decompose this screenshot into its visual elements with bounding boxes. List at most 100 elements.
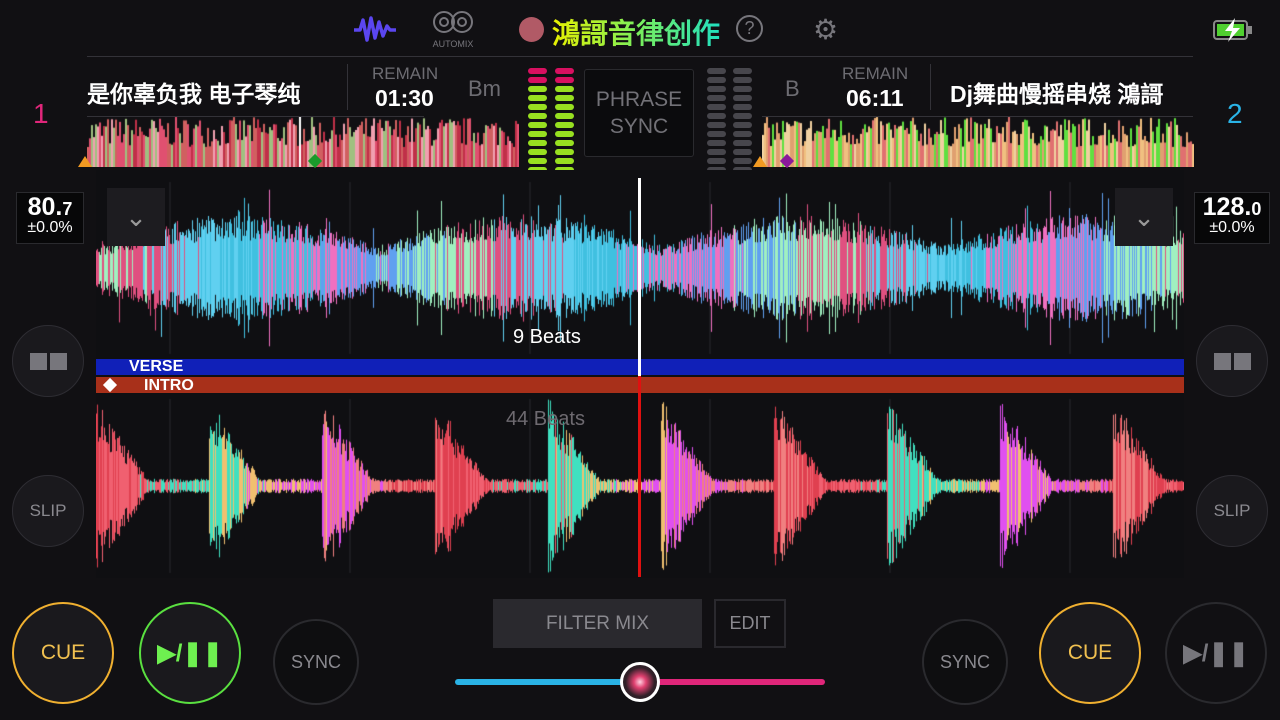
automix-label: AUTOMIX	[432, 39, 474, 49]
edit-button[interactable]: EDIT	[714, 599, 786, 648]
deck2-number: 2	[1227, 98, 1243, 129]
deck2-cue-marker	[753, 156, 767, 167]
vu-segment	[733, 149, 752, 155]
deck1-pitch: ±0.0%	[27, 219, 73, 236]
vu-segment	[555, 131, 574, 137]
deck1-view-toggle-button[interactable]	[12, 325, 84, 397]
vu-segment	[528, 131, 547, 137]
play-pause-icon: ▶/❚❚	[157, 639, 223, 667]
deck2-overview-waveform[interactable]	[762, 117, 1194, 167]
vu-segment	[707, 86, 726, 92]
deck2-playhead	[638, 376, 641, 577]
vu-segment	[733, 95, 752, 101]
app-title: 鴻謌音律创作	[552, 12, 720, 52]
pads-icon	[1213, 352, 1251, 370]
deck1-play-pause-button[interactable]: ▶/❚❚	[139, 602, 241, 704]
vu-segment	[733, 104, 752, 110]
deck1-remain-time: 01:30	[375, 85, 434, 111]
phrase-sync-button[interactable]: PHRASE SYNC	[584, 69, 694, 157]
deck2-bpm: 128.	[1202, 193, 1252, 221]
deck1-key: Bm	[468, 76, 501, 101]
vu-segment	[528, 113, 547, 119]
lower-beats-label: 44 Beats	[506, 408, 585, 430]
deck2-play-pause-button[interactable]: ▶/❚❚	[1165, 602, 1267, 704]
battery-charging-icon	[1213, 18, 1252, 42]
vu-segment	[733, 77, 752, 83]
deck2-collapse-button[interactable]: ⌄	[1115, 188, 1173, 246]
vu-meter-right	[707, 68, 726, 173]
vu-segment	[555, 95, 574, 101]
crossfader-track-right[interactable]	[640, 679, 825, 685]
vu-segment	[707, 113, 726, 119]
vu-segment	[555, 140, 574, 146]
deck1-overview-waveform[interactable]	[87, 117, 519, 167]
record-icon[interactable]	[519, 17, 544, 42]
deck1-playhead	[638, 178, 641, 376]
phrase-label-intro: INTRO	[144, 377, 194, 394]
deck1-bpm-display[interactable]: 80.7 ±0.0%	[16, 192, 84, 244]
vu-segment	[555, 113, 574, 119]
automix-button[interactable]: AUTOMIX	[430, 10, 476, 50]
edit-label: EDIT	[729, 613, 771, 633]
pads-icon	[29, 352, 67, 370]
play-pause-icon: ▶/❚❚	[1183, 639, 1249, 667]
deck1-bpm: 80.	[27, 193, 63, 221]
vu-meter-left	[555, 68, 574, 173]
help-icon[interactable]: ?	[736, 15, 763, 42]
vu-segment	[555, 104, 574, 110]
vu-segment	[528, 122, 547, 128]
slip-label: SLIP	[1213, 501, 1251, 520]
deck1-remain-label: REMAIN	[372, 64, 439, 83]
vu-segment	[528, 104, 547, 110]
deck1-collapse-button[interactable]: ⌄	[107, 188, 165, 246]
deck2-track-title[interactable]: Dj舞曲慢摇串烧 鴻謌	[950, 75, 1192, 109]
vu-segment	[707, 95, 726, 101]
vu-segment	[733, 86, 752, 92]
deck2-sync-button[interactable]: SYNC	[922, 619, 1008, 705]
deck2-remain-time: 06:11	[846, 85, 904, 111]
filter-mix-label: FILTER MIX	[545, 612, 650, 634]
vu-segment	[707, 149, 726, 155]
vu-segment	[528, 95, 547, 101]
vu-segment	[555, 86, 574, 92]
vu-segment	[707, 77, 726, 83]
deck2-view-toggle-button[interactable]	[1196, 325, 1268, 397]
waveform-icon[interactable]	[352, 14, 398, 44]
deck1-slip-button[interactable]: SLIP	[12, 475, 84, 547]
vu-segment	[733, 68, 752, 74]
cue-label: CUE	[40, 641, 86, 664]
slip-label: SLIP	[29, 501, 67, 520]
vu-segment	[707, 68, 726, 74]
vu-segment	[555, 158, 574, 164]
vu-segment	[707, 140, 726, 146]
vu-meter-left	[528, 68, 547, 173]
filter-mix-button[interactable]: FILTER MIX	[493, 599, 702, 648]
vu-segment	[528, 86, 547, 92]
automix-icon	[433, 11, 473, 33]
vu-segment	[733, 113, 752, 119]
deck1-cue-button[interactable]: CUE	[12, 602, 114, 704]
vu-segment	[733, 131, 752, 137]
vu-segment	[555, 122, 574, 128]
deck2-slip-button[interactable]: SLIP	[1196, 475, 1268, 547]
sync-label: SYNC	[939, 651, 990, 672]
deck2-remain-label: REMAIN	[842, 64, 909, 83]
deck1-sync-button[interactable]: SYNC	[273, 619, 359, 705]
vu-segment	[707, 104, 726, 110]
deck2-cue-button[interactable]: CUE	[1039, 602, 1141, 704]
gear-icon[interactable]: ⚙	[813, 13, 838, 46]
deck1-cue-marker	[78, 156, 92, 167]
deck2-bpm-display[interactable]: 128.0 ±0.0%	[1194, 192, 1270, 244]
vu-segment	[733, 122, 752, 128]
vu-segment	[707, 122, 726, 128]
deck1-number: 1	[33, 98, 49, 129]
vu-segment	[528, 158, 547, 164]
crossfader-knob[interactable]	[620, 662, 660, 702]
deck2-bpm-decimal: 0	[1251, 199, 1262, 219]
deck1-bpm-decimal: 7	[62, 199, 73, 219]
crossfader-track-left[interactable]	[455, 679, 640, 685]
phrase-label-verse: VERSE	[129, 358, 184, 375]
deck2-key: B	[785, 76, 800, 101]
vu-segment	[733, 140, 752, 146]
deck1-track-title[interactable]: 是你辜负我 电子琴纯	[87, 75, 329, 109]
